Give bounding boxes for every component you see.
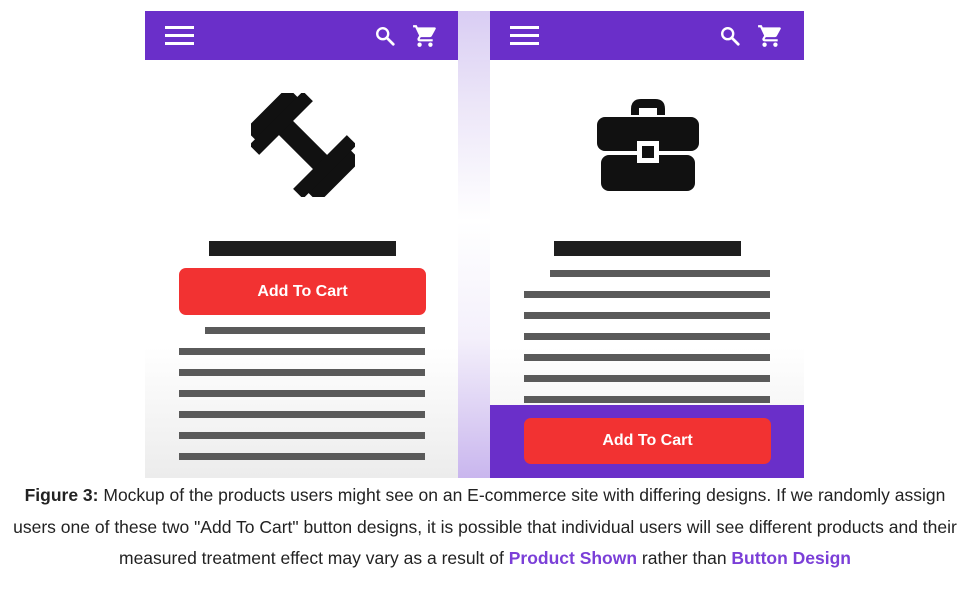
add-to-cart-button[interactable]: Add To Cart (524, 418, 771, 464)
mockup-figure: Add To Cart Add To Cart (145, 11, 804, 478)
search-icon[interactable] (374, 25, 396, 47)
description-line (179, 348, 425, 355)
dumbbell-icon (251, 93, 355, 197)
menu-icon[interactable] (165, 26, 194, 46)
product-title-placeholder (554, 241, 741, 256)
mockup-left: Add To Cart (145, 11, 459, 478)
figure-caption: Figure 3: Mockup of the products users m… (8, 480, 962, 575)
menu-icon[interactable] (510, 26, 539, 46)
cart-icon[interactable] (412, 23, 438, 49)
caption-connector: rather than (637, 548, 732, 568)
cart-icon[interactable] (757, 23, 783, 49)
description-line (550, 270, 770, 277)
description-line (179, 432, 425, 439)
description-line (179, 369, 425, 376)
description-line (179, 453, 425, 460)
mockup-right: Add To Cart (490, 11, 804, 478)
description-line (524, 354, 770, 361)
bottom-action-bar: Add To Cart (490, 405, 804, 478)
description-line (179, 411, 425, 418)
caption-highlight-product: Product Shown (508, 548, 638, 568)
description-line (524, 333, 770, 340)
add-to-cart-button[interactable]: Add To Cart (179, 268, 426, 315)
description-line (524, 291, 770, 298)
description-line (524, 375, 770, 382)
caption-highlight-button: Button Design (731, 548, 851, 568)
caption-label: Figure 3: (24, 485, 99, 505)
app-bar (145, 11, 459, 60)
description-line (179, 390, 425, 397)
briefcase-icon (597, 99, 699, 191)
description-line (524, 312, 770, 319)
app-bar (490, 11, 804, 60)
description-line (524, 396, 770, 403)
mockup-divider (458, 11, 490, 478)
description-line (205, 327, 425, 334)
product-title-placeholder (209, 241, 396, 256)
search-icon[interactable] (719, 25, 741, 47)
